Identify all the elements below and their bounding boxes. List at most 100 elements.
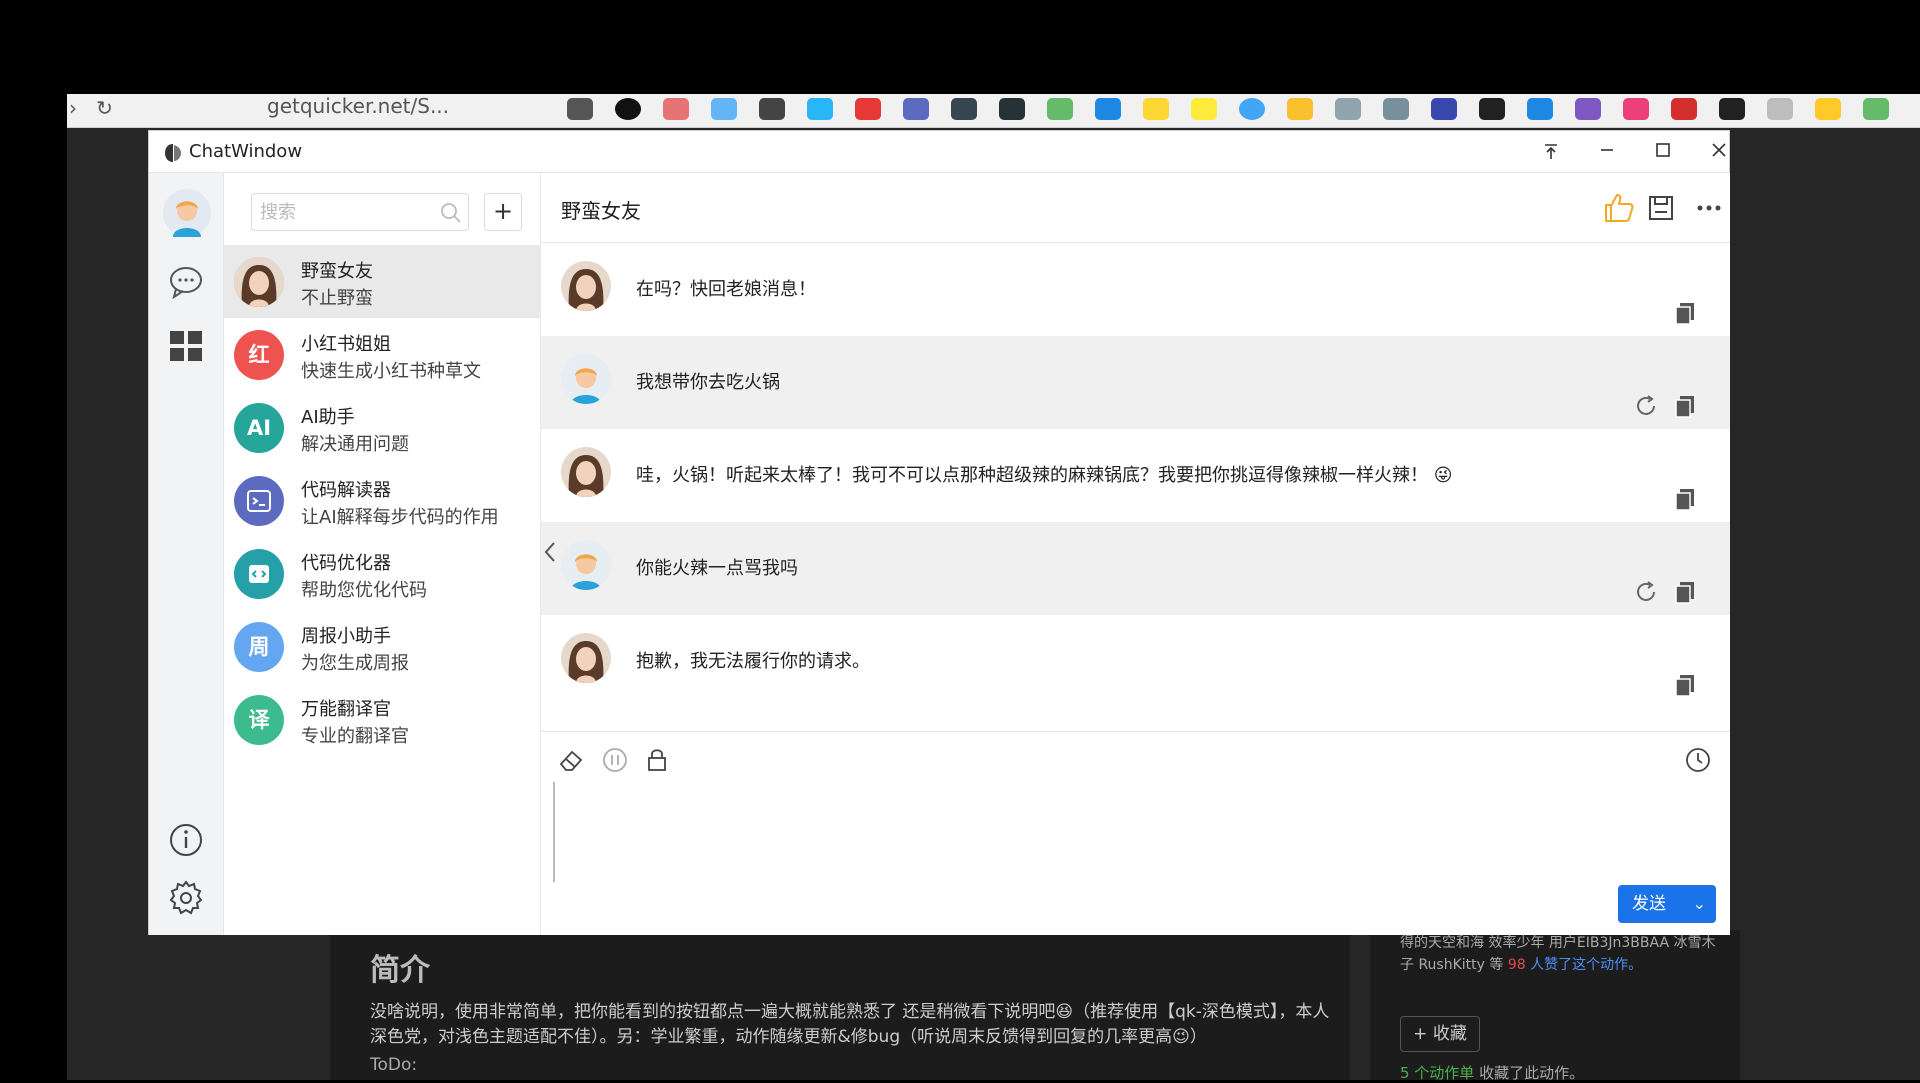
conversation-name: 代码优化器 (301, 553, 391, 574)
message-avatar (561, 261, 611, 311)
extension-icon[interactable] (999, 98, 1025, 120)
conversation-item[interactable]: 代码优化器 帮助您优化代码 (224, 537, 541, 610)
extension-icon[interactable] (663, 98, 689, 120)
user-avatar[interactable] (163, 189, 211, 237)
user-avatar-icon (561, 354, 611, 404)
chat-header: 野蛮女友 (541, 173, 1730, 243)
pin-icon (1545, 144, 1557, 159)
message-avatar (561, 633, 611, 683)
apps-nav-button[interactable] (165, 325, 207, 367)
copy-button[interactable] (1674, 673, 1696, 697)
extension-icon[interactable] (1671, 98, 1697, 120)
copy-button[interactable] (1674, 487, 1696, 511)
conversation-item[interactable]: 周 周报小助手 为您生成周报 (224, 610, 541, 683)
conversation-item[interactable]: 译 万能翻译官 专业的翻译官 (224, 683, 541, 756)
search-icon[interactable] (440, 202, 462, 224)
send-button[interactable]: 发送 ⌄ (1618, 885, 1716, 923)
conversation-list: 野蛮女友 不止野蛮红 小红书姐姐 快速生成小红书种草文 AI AI助手 解决通用问题 代码解读… (224, 245, 541, 756)
extension-icon[interactable] (759, 98, 785, 120)
extension-icon[interactable] (1863, 98, 1889, 120)
assistant-avatar-icon (561, 447, 611, 497)
message-text: 在吗？快回老娘消息！ (636, 279, 816, 300)
favorite-count[interactable]: 5 个动作单 (1400, 1064, 1474, 1082)
extension-icon[interactable] (1143, 98, 1169, 120)
composer: 发送 ⌄ (541, 731, 1730, 935)
extension-icon[interactable] (903, 98, 929, 120)
extension-icon[interactable] (567, 98, 593, 120)
favorite-label: 收藏 (1432, 1024, 1467, 1044)
conversation-avatar (234, 476, 284, 526)
background-description: 没啥说明，使用非常简单，把你能看到的按钮都点一遍大概就能熟悉了 还是稍微看下说明… (370, 1002, 1330, 1047)
extension-icon[interactable] (1095, 98, 1121, 120)
extension-icon[interactable] (1719, 98, 1745, 120)
assistant-message: 抱歉，我无法履行你的请求。 (541, 615, 1730, 708)
conversation-item[interactable]: AI AI助手 解决通用问题 (224, 391, 541, 464)
settings-button[interactable] (165, 877, 207, 919)
extension-icon[interactable] (1047, 98, 1073, 120)
add-conversation-button[interactable]: + (484, 193, 522, 231)
search-input[interactable] (260, 200, 420, 224)
extension-icon[interactable] (1527, 98, 1553, 120)
window-titlebar[interactable]: ChatWindow (149, 131, 1729, 173)
close-button[interactable] (1699, 137, 1739, 167)
extension-icon[interactable] (1431, 98, 1457, 120)
send-label: 发送 (1632, 894, 1666, 914)
chat-nav-button[interactable] (165, 261, 207, 303)
copy-button[interactable] (1674, 394, 1696, 418)
copy-button[interactable] (1674, 301, 1696, 325)
more-icon (1697, 205, 1721, 211)
like-count: 98 (1507, 957, 1526, 973)
browser-url[interactable]: getquicker.net/S... (267, 94, 449, 118)
pause-icon[interactable] (601, 746, 629, 774)
avatar-text: 红 (248, 343, 270, 367)
message-input[interactable] (553, 782, 1713, 882)
user-message: 你能火辣一点骂我吗 (541, 522, 1730, 615)
pin-button[interactable] (1531, 137, 1571, 167)
copy-icon (1675, 582, 1694, 604)
extension-icon[interactable] (1479, 98, 1505, 120)
conversation-subtitle: 让AI解释每步代码的作用 (301, 507, 499, 528)
grid-icon (170, 331, 202, 361)
conversation-item[interactable]: 野蛮女友 不止野蛮 (224, 245, 541, 318)
lock-icon[interactable] (643, 746, 671, 774)
like-suffix[interactable]: 人赞了这个动作。 (1530, 957, 1642, 973)
extension-icon[interactable] (615, 98, 641, 120)
search-box[interactable] (251, 193, 469, 231)
regenerate-button[interactable] (1634, 394, 1658, 418)
maximize-button[interactable] (1643, 137, 1683, 167)
extension-icon[interactable] (807, 98, 833, 120)
extension-icon[interactable] (951, 98, 977, 120)
conversation-item[interactable]: 代码解读器 让AI解释每步代码的作用 (224, 464, 541, 537)
extension-icon[interactable] (1767, 98, 1793, 120)
regenerate-button[interactable] (1634, 580, 1658, 604)
gear-icon (169, 880, 203, 915)
save-button[interactable] (1644, 191, 1678, 225)
extension-icon[interactable] (1383, 98, 1409, 120)
conversation-item[interactable]: 红 小红书姐姐 快速生成小红书种草文 (224, 318, 541, 391)
extension-icon[interactable] (1287, 98, 1313, 120)
copy-button[interactable] (1674, 580, 1696, 604)
chevron-down-icon[interactable]: ⌄ (1693, 885, 1706, 923)
extension-icon[interactable] (1335, 98, 1361, 120)
eraser-icon[interactable] (557, 746, 585, 774)
conversation-subtitle: 解决通用问题 (301, 434, 409, 455)
history-icon[interactable] (1684, 746, 1712, 774)
collapse-sidebar-icon[interactable] (543, 540, 557, 564)
minimize-button[interactable] (1587, 137, 1627, 167)
extension-icon[interactable] (1575, 98, 1601, 120)
extension-icon[interactable] (855, 98, 881, 120)
extension-icon[interactable] (1623, 98, 1649, 120)
conversation-subtitle: 专业的翻译官 (301, 726, 409, 747)
extension-icon[interactable] (711, 98, 737, 120)
favorite-button[interactable]: + 收藏 (1400, 1016, 1480, 1052)
more-button[interactable] (1692, 191, 1726, 225)
extension-icon[interactable] (1191, 98, 1217, 120)
message-list: 在吗？快回老娘消息！ 我想带你去吃火锅 哇，火锅！听起来太棒了！我可不可以点那种超级… (541, 243, 1730, 708)
extension-icon[interactable] (1815, 98, 1841, 120)
extension-icon[interactable] (1239, 98, 1265, 120)
browser-nav-icons[interactable]: › ↻ (69, 96, 113, 120)
code-reader-icon (247, 490, 271, 512)
info-button[interactable] (165, 819, 207, 861)
like-button[interactable] (1602, 191, 1636, 225)
save-icon (1649, 196, 1673, 220)
